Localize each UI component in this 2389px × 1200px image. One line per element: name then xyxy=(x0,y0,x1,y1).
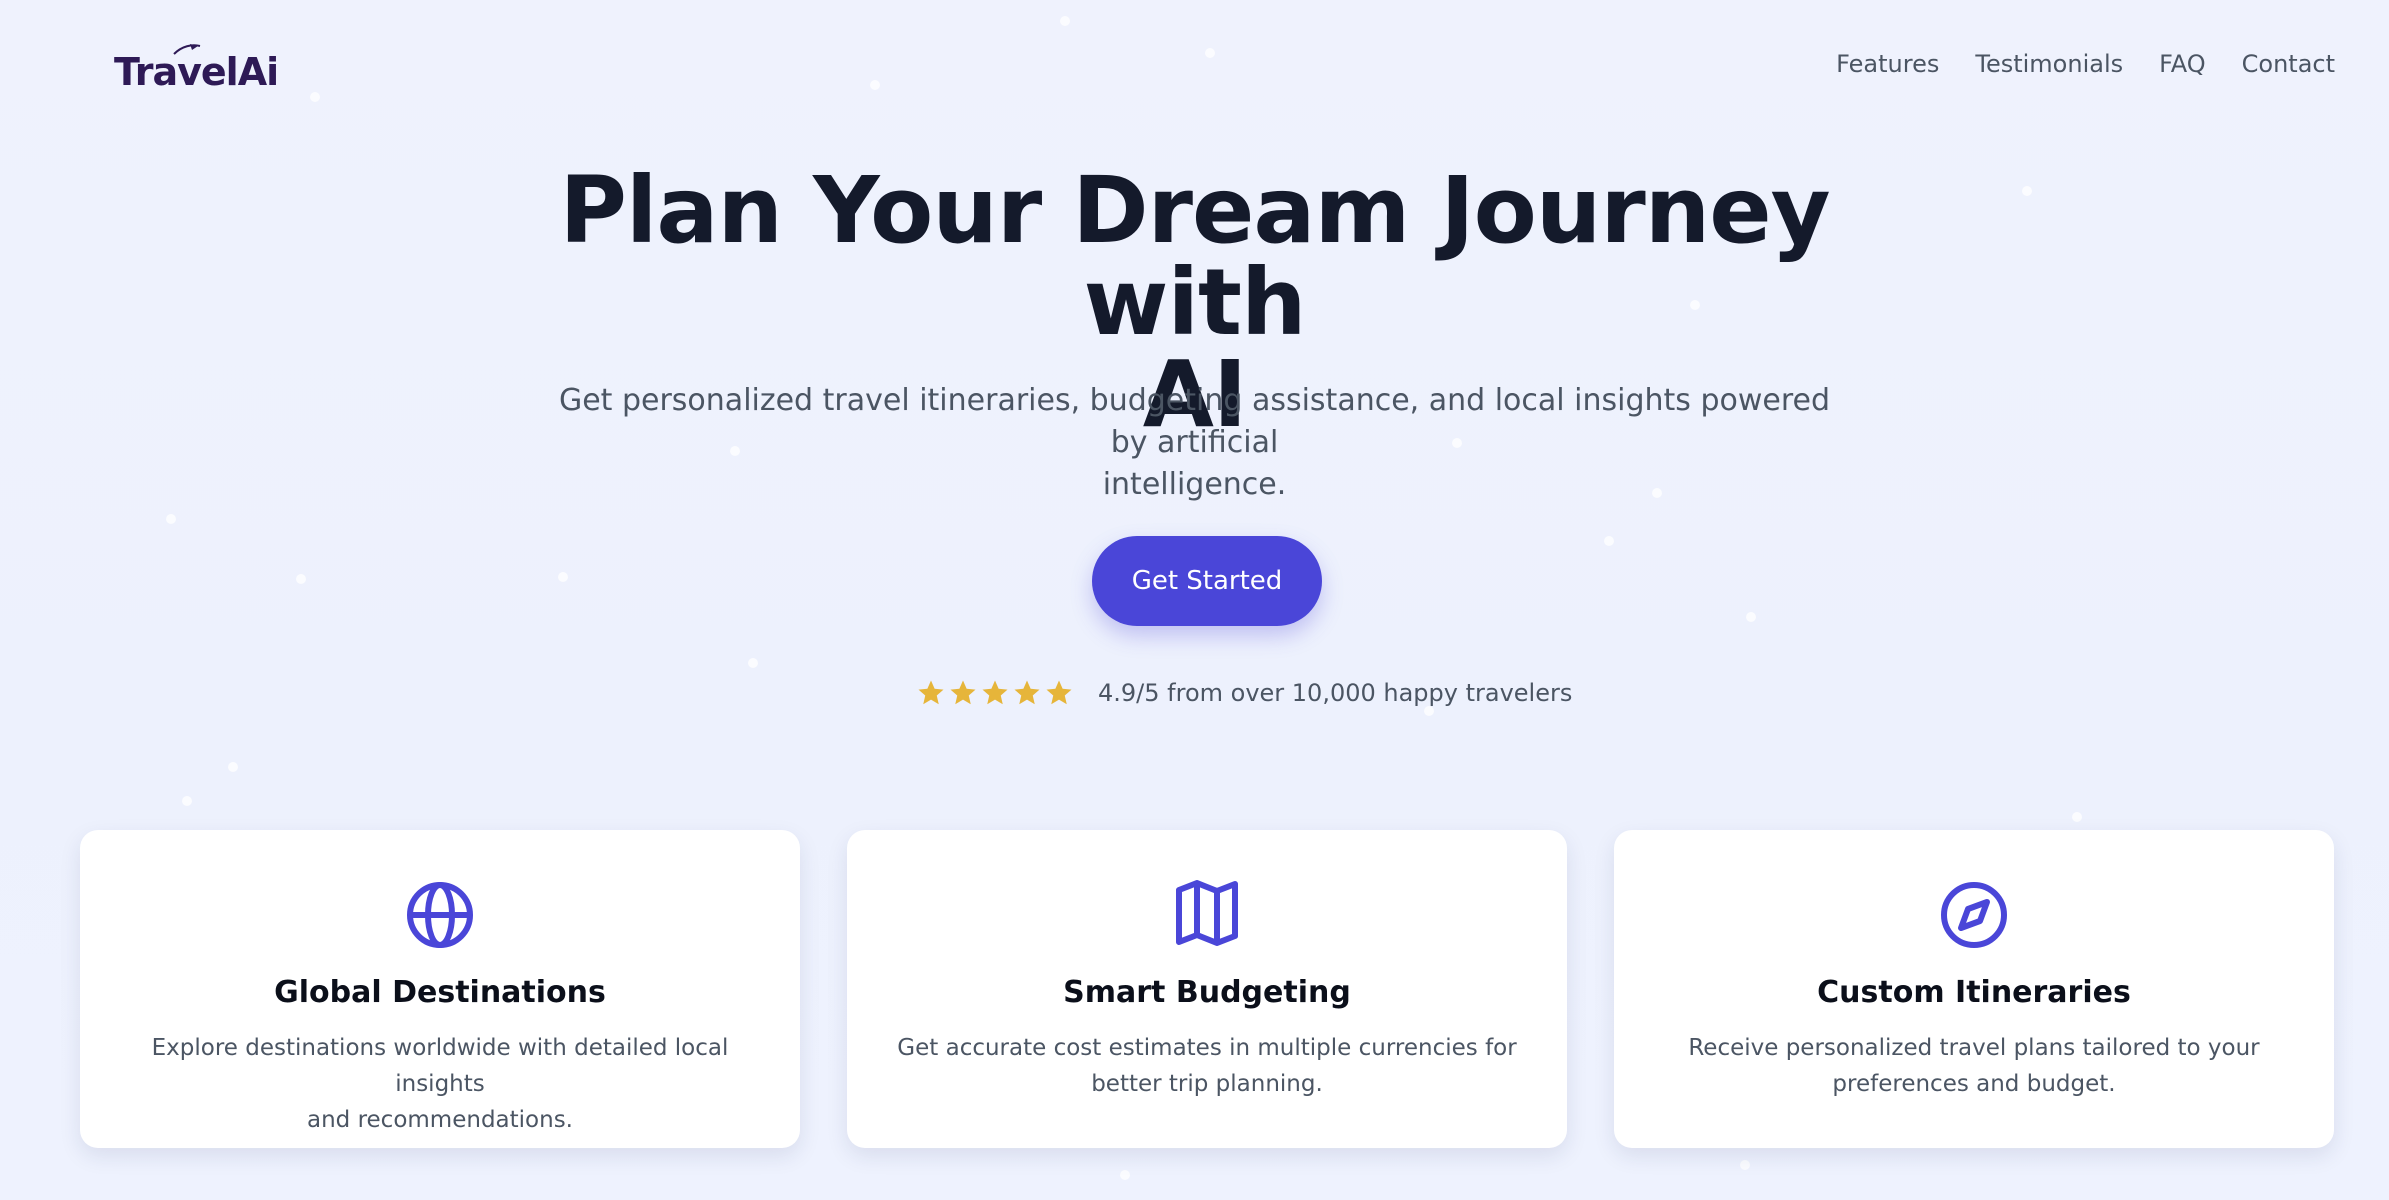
bg-dot xyxy=(558,572,568,582)
feature-description-line1: Explore destinations worldwide with deta… xyxy=(151,1035,729,1097)
airplane-icon xyxy=(173,44,201,55)
bg-dot xyxy=(1205,48,1215,58)
bg-dot xyxy=(1120,1170,1130,1180)
bg-dot xyxy=(870,80,880,90)
bg-dot xyxy=(310,92,320,102)
bg-dot xyxy=(296,574,306,584)
hero-subtitle-line2: intelligence. xyxy=(1102,467,1287,502)
star-icon xyxy=(982,680,1008,705)
bg-dot xyxy=(2072,812,2082,822)
bg-dot xyxy=(182,796,192,806)
nav-link-testimonials[interactable]: Testimonials xyxy=(1975,50,2123,78)
nav-link-faq[interactable]: FAQ xyxy=(2159,50,2206,78)
bg-dot xyxy=(1604,536,1614,546)
feature-card-smart-budgeting: Smart Budgeting Get accurate cost estima… xyxy=(847,830,1567,1148)
feature-title: Smart Budgeting xyxy=(1063,975,1351,1010)
card-icon-wrap xyxy=(1614,880,2334,950)
hero-title-line1: Plan Your Dream Journey with xyxy=(559,157,1830,356)
bg-dot xyxy=(2022,186,2032,196)
rating-summary: 4.9/5 from over 10,000 happy travelers xyxy=(916,673,1572,713)
feature-card-global-destinations: Global Destinations Explore destinations… xyxy=(80,830,800,1148)
bg-dot xyxy=(166,514,176,524)
feature-description: Get accurate cost estimates in multiple … xyxy=(887,1030,1527,1102)
feature-description-line2: preferences and budget. xyxy=(1832,1071,2116,1097)
star-icon xyxy=(918,680,944,705)
map-icon xyxy=(1176,880,1238,946)
globe-icon xyxy=(407,882,473,948)
feature-card-custom-itineraries: Custom Itineraries Receive personalized … xyxy=(1614,830,2334,1148)
bg-dot xyxy=(1740,1160,1750,1170)
get-started-button[interactable]: Get Started xyxy=(1092,536,1322,626)
bg-dot xyxy=(748,658,758,668)
hero-subtitle: Get personalized travel itineraries, bud… xyxy=(545,380,1845,506)
feature-title: Global Destinations xyxy=(274,975,606,1010)
rating-text: 4.9/5 from over 10,000 happy travelers xyxy=(1098,679,1573,707)
bg-dot xyxy=(1060,16,1070,26)
top-nav: Features Testimonials FAQ Contact xyxy=(1836,50,2335,78)
feature-description: Explore destinations worldwide with deta… xyxy=(120,1030,760,1138)
star-icon xyxy=(1046,680,1072,705)
bg-dot xyxy=(1746,612,1756,622)
card-icon-wrap xyxy=(847,880,1567,946)
feature-description-line1: Receive personalized travel plans tailor… xyxy=(1688,1035,2260,1061)
rating-stars xyxy=(916,678,1074,708)
card-icon-wrap xyxy=(80,880,800,950)
bg-dot xyxy=(228,762,238,772)
feature-description-line2: better trip planning. xyxy=(1091,1071,1323,1097)
brand-logo[interactable]: TravelAi xyxy=(114,42,279,102)
compass-icon xyxy=(1941,882,2007,948)
feature-title: Custom Itineraries xyxy=(1817,975,2131,1010)
star-icon xyxy=(950,680,976,705)
nav-link-features[interactable]: Features xyxy=(1836,50,1939,78)
feature-description-line2: and recommendations. xyxy=(307,1107,573,1133)
feature-description-line1: Get accurate cost estimates in multiple … xyxy=(897,1035,1517,1061)
star-icon xyxy=(1014,680,1040,705)
feature-description: Receive personalized travel plans tailor… xyxy=(1654,1030,2294,1102)
hero-subtitle-line1: Get personalized travel itineraries, bud… xyxy=(558,383,1831,460)
nav-link-contact[interactable]: Contact xyxy=(2242,50,2335,78)
